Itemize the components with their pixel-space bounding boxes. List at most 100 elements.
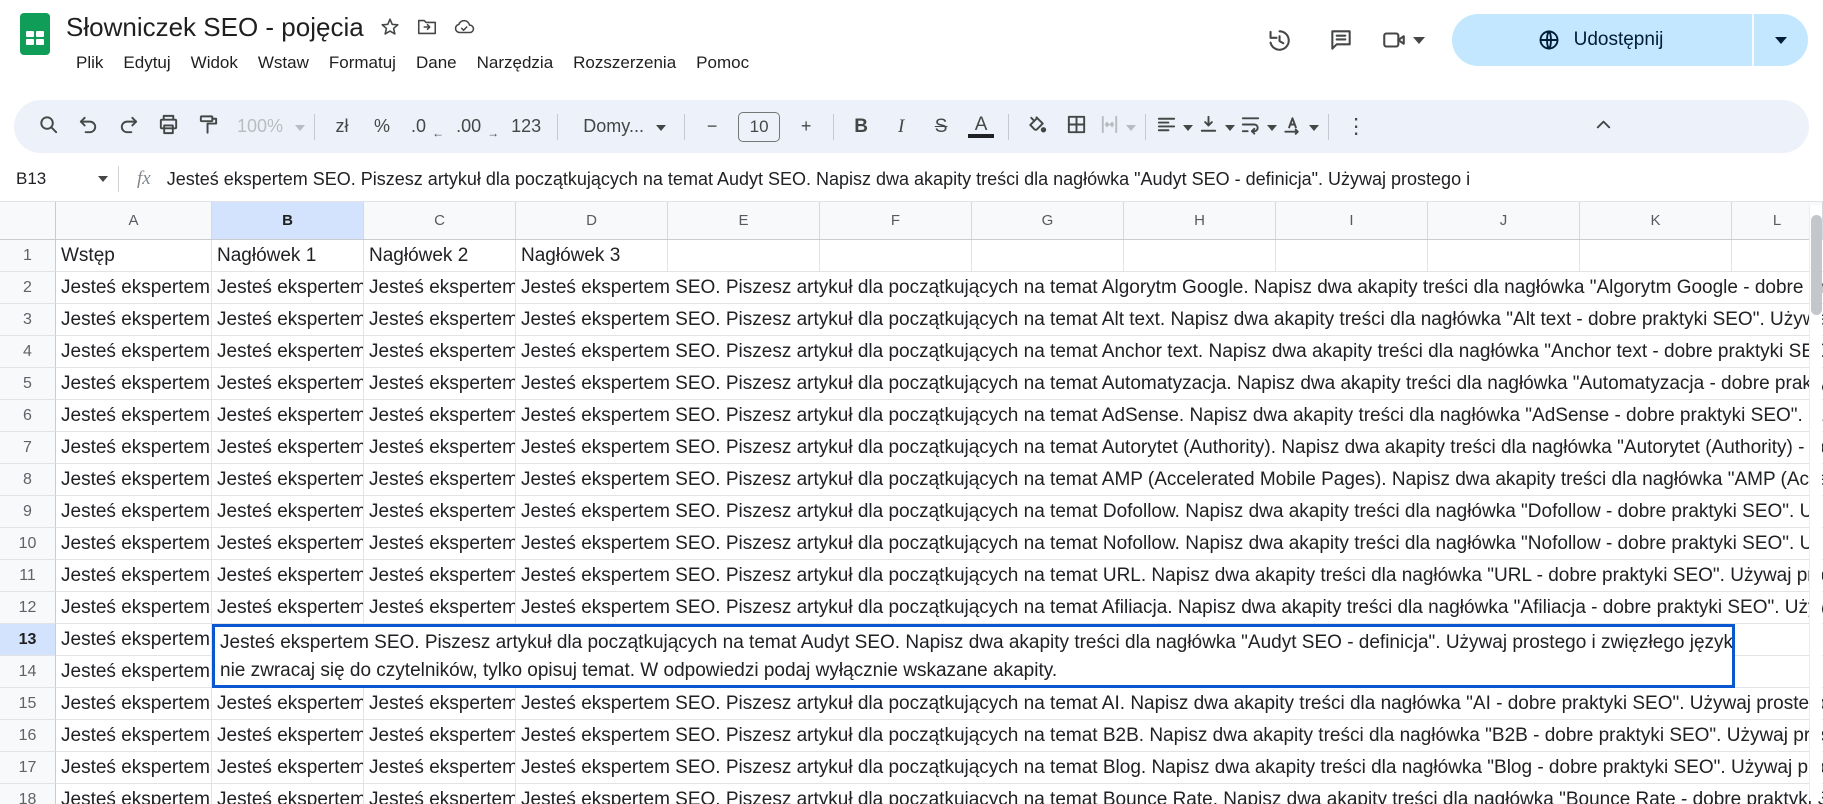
cell-A5[interactable]: Jesteś ekspertem SEO. (56, 368, 212, 400)
cell-A6[interactable]: Jesteś ekspertem SEO. (56, 400, 212, 432)
cell-B7[interactable]: Jesteś ekspertem SEO. (212, 432, 364, 464)
zoom-select[interactable]: 100% (230, 108, 306, 146)
formula-input[interactable]: Jesteś ekspertem SEO. Piszesz artykuł dl… (167, 169, 1823, 190)
print-button[interactable] (150, 108, 186, 146)
cell-B5[interactable]: Jesteś ekspertem SEO. (212, 368, 364, 400)
menu-item-dane[interactable]: Dane (406, 51, 467, 75)
row-number-11[interactable]: 11 (0, 560, 56, 592)
cell-B6[interactable]: Jesteś ekspertem SEO. (212, 400, 364, 432)
comments-icon[interactable] (1318, 17, 1364, 63)
cell-D1[interactable]: Nagłówek 3 (516, 240, 1823, 272)
cell-B8[interactable]: Jesteś ekspertem SEO. (212, 464, 364, 496)
text-wrap-button-caret-icon[interactable] (1267, 118, 1278, 136)
cell-C9[interactable]: Jesteś ekspertem SEO. (364, 496, 516, 528)
name-box[interactable]: B13 (0, 169, 118, 189)
paint-format-button[interactable] (190, 108, 226, 146)
increase-decimal-button[interactable]: .00 → (449, 108, 500, 146)
cell-D7[interactable]: Jesteś ekspertem SEO. Piszesz artykuł dl… (516, 432, 1823, 464)
cell-A14[interactable]: Jesteś ekspertem SEO. (56, 656, 212, 688)
redo-button[interactable] (110, 108, 146, 146)
cell-D16[interactable]: Jesteś ekspertem SEO. Piszesz artykuł dl… (516, 720, 1823, 752)
cell-B17[interactable]: Jesteś ekspertem SEO. (212, 752, 364, 784)
star-icon[interactable] (379, 16, 401, 38)
row-number-5[interactable]: 5 (0, 368, 56, 400)
column-header-J[interactable]: J (1428, 202, 1580, 239)
cell-C7[interactable]: Jesteś ekspertem SEO. (364, 432, 516, 464)
name-box-caret-icon[interactable] (98, 176, 108, 182)
merge-cells-button-caret-icon[interactable] (1126, 118, 1137, 136)
row-number-13[interactable]: 13 (0, 624, 56, 656)
vertical-scrollbar-thumb[interactable] (1811, 215, 1822, 315)
cell-B18[interactable]: Jesteś ekspertem SEO. (212, 784, 364, 804)
cell-B15[interactable]: Jesteś ekspertem SEO. (212, 688, 364, 720)
cell-B3[interactable]: Jesteś ekspertem SEO. (212, 304, 364, 336)
meet-caret-icon[interactable] (1413, 36, 1425, 44)
menu-item-widok[interactable]: Widok (181, 51, 248, 75)
share-main-segment[interactable]: Udostępnij (1452, 14, 1752, 66)
row-number-15[interactable]: 15 (0, 688, 56, 720)
share-dropdown[interactable] (1752, 14, 1808, 66)
cell-B16[interactable]: Jesteś ekspertem SEO. (212, 720, 364, 752)
column-header-F[interactable]: F (820, 202, 972, 239)
cell-C2[interactable]: Jesteś ekspertem SEO. (364, 272, 516, 304)
cell-A1[interactable]: Wstęp (56, 240, 212, 272)
collapse-toolbar-button[interactable] (1585, 108, 1621, 146)
selected-cell-editor[interactable]: Jesteś ekspertem SEO. Piszesz artykuł dl… (212, 624, 1735, 688)
cell-B1[interactable]: Nagłówek 1 (212, 240, 364, 272)
move-folder-icon[interactable] (416, 16, 438, 38)
horizontal-align-button-caret-icon[interactable] (1183, 118, 1194, 136)
cell-D15[interactable]: Jesteś ekspertem SEO. Piszesz artykuł dl… (516, 688, 1823, 720)
row-number-8[interactable]: 8 (0, 464, 56, 496)
menu-item-wstaw[interactable]: Wstaw (248, 51, 319, 75)
row-number-9[interactable]: 9 (0, 496, 56, 528)
cell-A15[interactable]: Jesteś ekspertem SEO. (56, 688, 212, 720)
zoom-select-caret-icon[interactable] (295, 118, 306, 136)
italic-button[interactable]: I (883, 108, 919, 146)
row-number-6[interactable]: 6 (0, 400, 56, 432)
text-wrap-button[interactable] (1239, 108, 1278, 146)
column-header-H[interactable]: H (1124, 202, 1276, 239)
cell-C8[interactable]: Jesteś ekspertem SEO. (364, 464, 516, 496)
cell-A10[interactable]: Jesteś ekspertem SEO. (56, 528, 212, 560)
text-rotation-button[interactable] (1281, 108, 1320, 146)
cell-C15[interactable]: Jesteś ekspertem SEO. (364, 688, 516, 720)
cell-C12[interactable]: Jesteś ekspertem SEO. (364, 592, 516, 624)
cell-D11[interactable]: Jesteś ekspertem SEO. Piszesz artykuł dl… (516, 560, 1823, 592)
cell-A12[interactable]: Jesteś ekspertem SEO. (56, 592, 212, 624)
fill-color-button[interactable] (1018, 108, 1054, 146)
font-size-input[interactable]: 10 (734, 108, 784, 146)
vertical-align-button[interactable] (1197, 108, 1236, 146)
cell-C1[interactable]: Nagłówek 2 (364, 240, 516, 272)
text-rotation-button-caret-icon[interactable] (1309, 118, 1320, 136)
cell-D6[interactable]: Jesteś ekspertem SEO. Piszesz artykuł dl… (516, 400, 1823, 432)
column-header-G[interactable]: G (972, 202, 1124, 239)
decrease-font-size-button[interactable]: − (694, 108, 730, 146)
cell-D4[interactable]: Jesteś ekspertem SEO. Piszesz artykuł dl… (516, 336, 1823, 368)
more-toolbar-button[interactable]: ⋮ (1338, 108, 1374, 146)
cloud-status-icon[interactable] (453, 16, 475, 38)
meet-video-icon[interactable] (1380, 17, 1426, 63)
row-number-4[interactable]: 4 (0, 336, 56, 368)
cell-B10[interactable]: Jesteś ekspertem SEO. (212, 528, 364, 560)
row-number-7[interactable]: 7 (0, 432, 56, 464)
cell-B9[interactable]: Jesteś ekspertem SEO. (212, 496, 364, 528)
cell-D3[interactable]: Jesteś ekspertem SEO. Piszesz artykuł dl… (516, 304, 1823, 336)
cell-D12[interactable]: Jesteś ekspertem SEO. Piszesz artykuł dl… (516, 592, 1823, 624)
strikethrough-button[interactable]: S (923, 108, 959, 146)
borders-button[interactable] (1058, 108, 1094, 146)
cell-D2[interactable]: Jesteś ekspertem SEO. Piszesz artykuł dl… (516, 272, 1823, 304)
cell-C17[interactable]: Jesteś ekspertem SEO. (364, 752, 516, 784)
bold-button[interactable]: B (843, 108, 879, 146)
column-header-A[interactable]: A (56, 202, 212, 239)
cell-D18[interactable]: Jesteś ekspertem SEO. Piszesz artykuł dl… (516, 784, 1823, 804)
row-number-14[interactable]: 14 (0, 656, 56, 688)
share-button[interactable]: Udostępnij (1452, 14, 1808, 66)
undo-button[interactable] (70, 108, 106, 146)
horizontal-align-button[interactable] (1155, 108, 1194, 146)
cell-B2[interactable]: Jesteś ekspertem SEO. (212, 272, 364, 304)
menu-item-narzędzia[interactable]: Narzędzia (467, 51, 564, 75)
cell-C16[interactable]: Jesteś ekspertem SEO. (364, 720, 516, 752)
cell-D8[interactable]: Jesteś ekspertem SEO. Piszesz artykuł dl… (516, 464, 1823, 496)
cell-D17[interactable]: Jesteś ekspertem SEO. Piszesz artykuł dl… (516, 752, 1823, 784)
row-number-16[interactable]: 16 (0, 720, 56, 752)
